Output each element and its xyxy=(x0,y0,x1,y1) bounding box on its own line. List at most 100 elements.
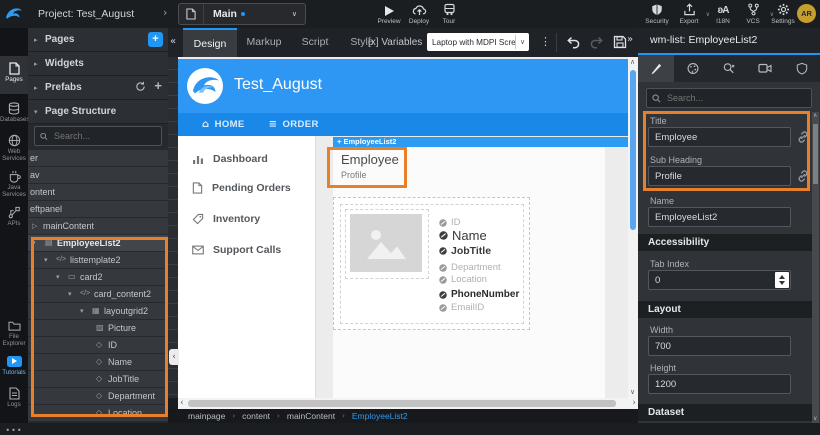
toolbar-overflow-icon[interactable]: » xyxy=(627,34,633,45)
canvas-vertical-scrollbar[interactable]: ∧ ∨ xyxy=(628,57,638,398)
picture-cell[interactable] xyxy=(345,209,429,279)
breadcrumb-mainpage[interactable]: mainpage xyxy=(188,411,225,421)
export-button[interactable]: Export ∨ xyxy=(672,3,706,25)
tab-index-input[interactable] xyxy=(648,270,791,290)
tree-item-employeelist2[interactable]: ▾ ▤ EmployeeList2 xyxy=(28,235,168,251)
tree-item[interactable]: av xyxy=(28,167,168,183)
tab-markup[interactable]: Markup xyxy=(237,28,291,57)
tree-item-name[interactable]: ◇ Name xyxy=(28,354,168,370)
save-icon[interactable] xyxy=(613,35,627,49)
preview-button[interactable]: Preview xyxy=(372,3,406,25)
undo-icon[interactable] xyxy=(565,36,581,50)
name-input[interactable] xyxy=(648,207,791,227)
tree-item[interactable]: er xyxy=(28,150,168,166)
tab-styles[interactable] xyxy=(674,55,710,82)
security-button[interactable]: Security xyxy=(640,3,674,25)
rail-item-java-services[interactable]: Java Services xyxy=(0,169,28,199)
width-input[interactable] xyxy=(648,336,791,356)
tree-item[interactable]: eftpanel xyxy=(28,201,168,217)
tree-item-listtemplate2[interactable]: ▾ </> listtemplate2 xyxy=(28,252,168,268)
scrollbar-thumb[interactable] xyxy=(188,400,616,407)
menu-item-support-calls[interactable]: Support Calls xyxy=(192,244,281,256)
tour-button[interactable]: Tour xyxy=(432,3,466,25)
field-id[interactable]: ID xyxy=(439,217,461,228)
rail-item-apis[interactable]: APIs xyxy=(0,205,28,227)
section-page-structure[interactable]: ▾ Page Structure xyxy=(28,100,168,124)
tab-script[interactable]: Script xyxy=(291,28,339,57)
field-department[interactable]: Department xyxy=(439,262,501,273)
panel-scrollbar[interactable]: ∧ ∨ xyxy=(812,112,819,423)
canvas-horizontal-scrollbar[interactable]: ‹ › xyxy=(178,398,638,409)
list-card[interactable]: ID Name JobTitle Department Location xyxy=(333,197,530,330)
field-jobtitle[interactable]: JobTitle xyxy=(439,245,491,257)
section-widgets[interactable]: ▸ Widgets xyxy=(28,52,168,76)
page-dropdown[interactable]: Main ∨ xyxy=(178,3,306,25)
widget-selection-bar[interactable]: EmployeeList2 xyxy=(333,137,628,147)
search-input[interactable] xyxy=(665,92,799,104)
page-structure-search[interactable] xyxy=(34,126,162,146)
breadcrumb-content[interactable]: content xyxy=(242,411,270,421)
collapse-canvas-handle[interactable]: ‹ xyxy=(169,349,179,365)
add-prefab-icon[interactable]: + xyxy=(154,78,162,93)
section-pages[interactable]: ▸ Pages + xyxy=(28,28,168,52)
vcs-button[interactable]: VCS ∨ xyxy=(736,3,770,25)
more-options-icon[interactable]: ••• xyxy=(0,426,28,435)
scroll-down-icon[interactable]: ∨ xyxy=(630,389,635,396)
i18n-button[interactable]: ʚA I18N xyxy=(706,3,740,25)
tab-inspect[interactable] xyxy=(711,55,747,82)
scroll-up-icon[interactable]: ∧ xyxy=(630,59,635,66)
tree-item-maincontent[interactable]: ▷ mainContent xyxy=(28,218,168,234)
nav-item-home[interactable]: ⌂ HOME xyxy=(202,119,245,130)
rail-item-databases[interactable]: Databases xyxy=(0,101,28,123)
tree-item-picture[interactable]: ▨ Picture xyxy=(28,320,168,336)
tree-item-card2[interactable]: ▾ ▭ card2 xyxy=(28,269,168,285)
tab-security[interactable] xyxy=(784,55,820,82)
field-emailid[interactable]: EmailID xyxy=(439,302,484,313)
device-selector[interactable]: Laptop with MDPI Screen ∨ xyxy=(427,33,529,51)
rail-item-pages[interactable]: Pages xyxy=(0,61,28,83)
stepper-down-icon[interactable] xyxy=(779,281,785,285)
redo-icon[interactable] xyxy=(589,36,605,50)
menu-item-pending-orders[interactable]: Pending Orders xyxy=(192,182,291,194)
breadcrumb-employeelist2[interactable]: EmployeeList2 xyxy=(352,411,408,421)
scroll-right-icon[interactable]: › xyxy=(632,399,636,408)
scroll-up-icon[interactable]: ∧ xyxy=(813,113,817,119)
deploy-button[interactable]: Deploy xyxy=(402,3,436,25)
search-input[interactable] xyxy=(52,130,156,142)
number-stepper[interactable] xyxy=(775,272,789,288)
field-phonenumber[interactable]: PhoneNumber xyxy=(439,289,519,300)
stepper-up-icon[interactable] xyxy=(779,275,785,279)
collapse-left-panel-icon[interactable]: « xyxy=(170,36,176,47)
menu-item-inventory[interactable]: Inventory xyxy=(192,213,260,225)
tree-item-layoutgrid2[interactable]: ▾ ▦ layoutgrid2 xyxy=(28,303,168,319)
avatar[interactable]: AR xyxy=(797,4,816,23)
scroll-left-icon[interactable]: ‹ xyxy=(180,399,184,408)
rail-item-web-services[interactable]: Web Services xyxy=(0,133,28,163)
field-location[interactable]: Location xyxy=(439,274,487,285)
sub-heading-input[interactable] xyxy=(648,166,791,186)
kebab-menu-icon[interactable]: ⋮ xyxy=(540,35,551,48)
properties-search[interactable] xyxy=(646,88,812,108)
tree-item-id[interactable]: ◇ ID xyxy=(28,337,168,353)
list-widget[interactable]: Employee Profile ID Name xyxy=(333,147,605,398)
rail-item-logs[interactable]: Logs xyxy=(0,386,28,408)
settings-button[interactable]: Settings ∨ xyxy=(766,3,800,25)
add-page-button[interactable]: + xyxy=(148,32,163,47)
bind-property-icon[interactable] xyxy=(796,169,810,183)
menu-item-dashboard[interactable]: Dashboard xyxy=(192,153,268,165)
title-input[interactable] xyxy=(648,127,791,147)
tab-properties[interactable] xyxy=(638,55,674,82)
tree-item[interactable]: ontent xyxy=(28,184,168,200)
scrollbar-thumb[interactable] xyxy=(630,70,636,230)
rail-item-file-explorer[interactable]: File Explorer xyxy=(0,318,28,348)
rail-item-tutorials[interactable]: Tutorials xyxy=(0,354,28,376)
tab-device[interactable] xyxy=(747,55,783,82)
tree-item-card-content2[interactable]: ▾ </> card_content2 xyxy=(28,286,168,302)
scrollbar-thumb[interactable] xyxy=(813,124,818,184)
bind-property-icon[interactable] xyxy=(796,130,810,144)
breadcrumb-maincontent[interactable]: mainContent xyxy=(287,411,335,421)
field-name[interactable]: Name xyxy=(439,228,487,243)
tree-item-department[interactable]: ◇ Department xyxy=(28,388,168,404)
variables-dropdown[interactable]: [x] Variables ∨ xyxy=(368,28,431,57)
tree-item-jobtitle[interactable]: ◇ JobTitle xyxy=(28,371,168,387)
